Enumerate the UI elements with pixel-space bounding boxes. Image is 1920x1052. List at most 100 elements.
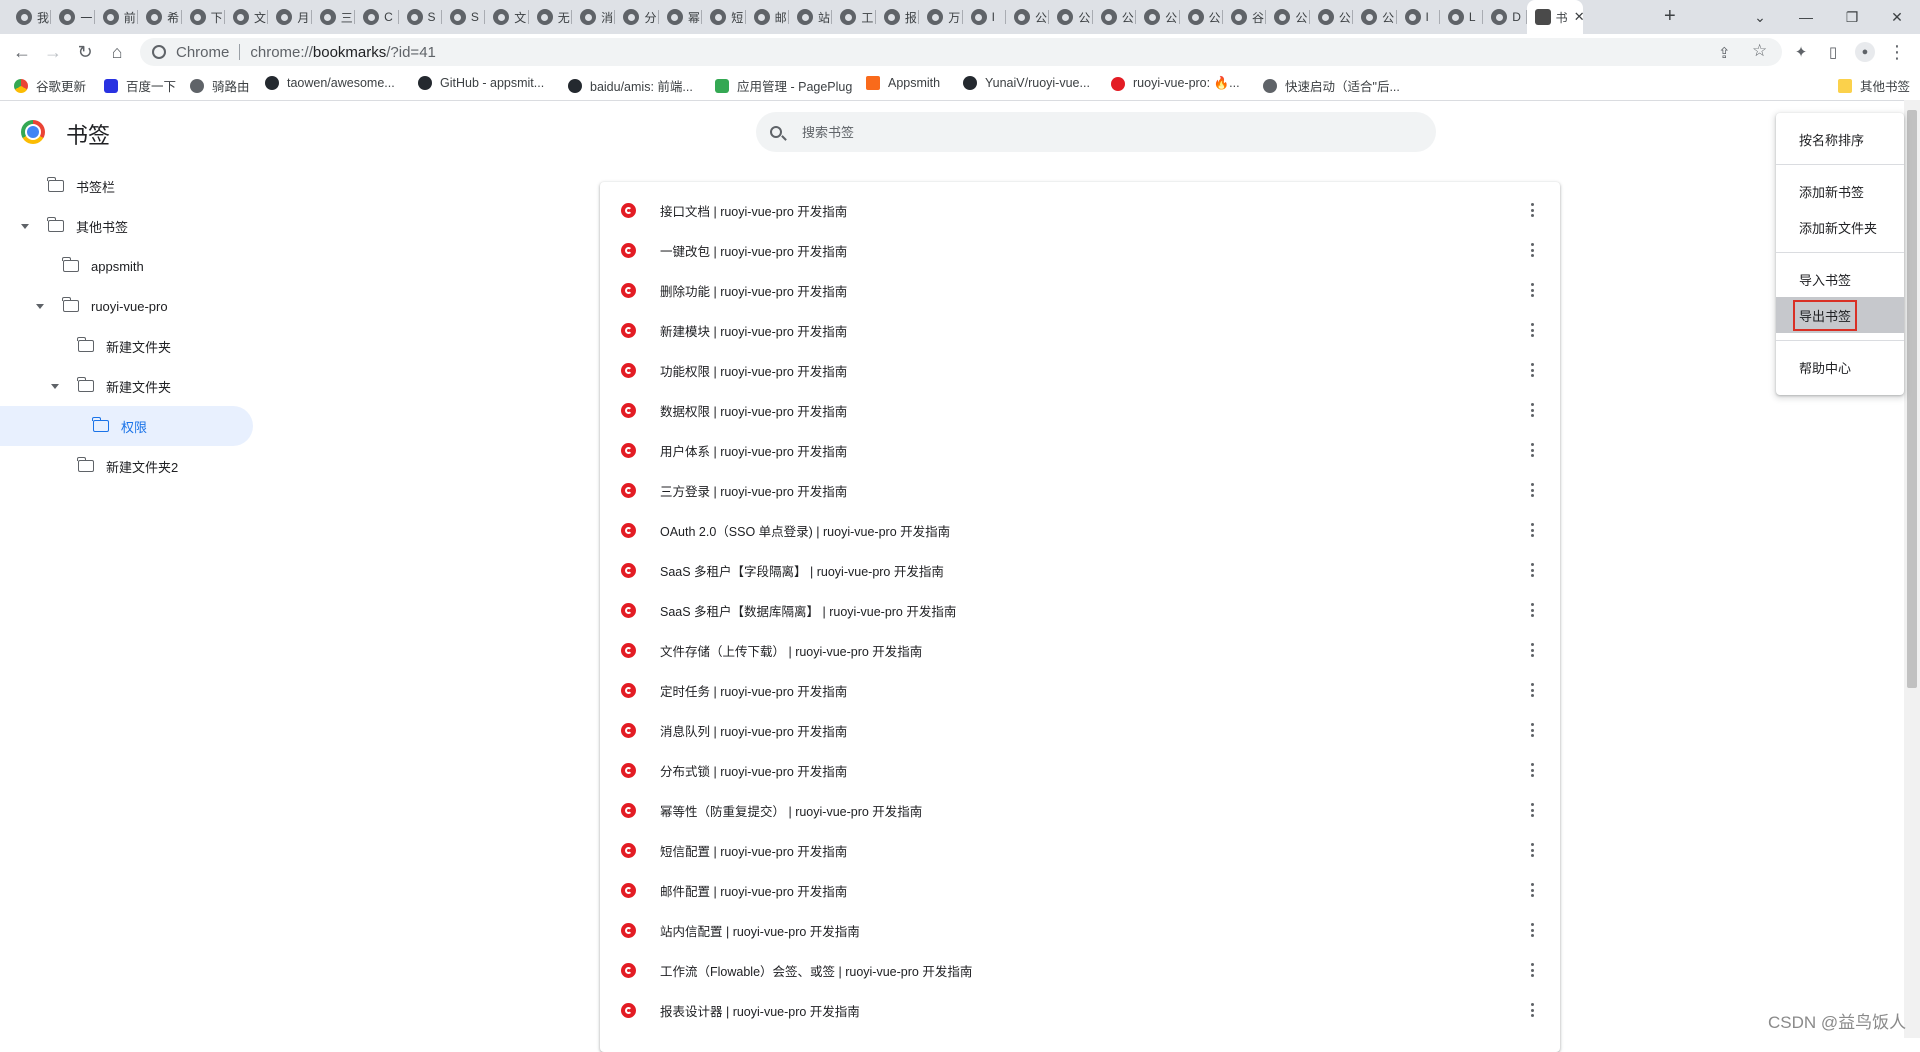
- tab[interactable]: 一: [51, 0, 95, 34]
- more-actions-icon[interactable]: [1522, 480, 1542, 500]
- bookmark-title[interactable]: 幂等性（防重复提交） | ruoyi-vue-pro 开发指南: [660, 801, 922, 820]
- more-actions-icon[interactable]: [1522, 560, 1542, 580]
- bookmark-bar-item[interactable]: ruoyi-vue-pro: 🔥...: [1111, 76, 1240, 91]
- bookmark-row[interactable]: 分布式锁 | ruoyi-vue-pro 开发指南: [600, 750, 1560, 790]
- tree-node[interactable]: 权限: [0, 406, 253, 446]
- tab-active[interactable]: 书 ✕: [1526, 0, 1583, 34]
- bookmark-bar-item[interactable]: YunaiV/ruoyi-vue...: [963, 76, 1090, 90]
- tab[interactable]: 前: [95, 0, 139, 34]
- menu-export-bookmarks[interactable]: 导出书签: [1776, 297, 1904, 333]
- tree-node[interactable]: ruoyi-vue-pro: [0, 286, 256, 326]
- tab[interactable]: 公: [1006, 0, 1050, 34]
- bookmark-row[interactable]: 报表设计器 | ruoyi-vue-pro 开发指南: [600, 990, 1560, 1030]
- tab[interactable]: 文: [225, 0, 269, 34]
- search-box[interactable]: [756, 112, 1436, 152]
- bookmark-bar-item[interactable]: GitHub - appsmit...: [418, 76, 544, 90]
- menu-import-bookmarks[interactable]: 导入书签: [1776, 261, 1904, 297]
- tab[interactable]: 公: [1093, 0, 1137, 34]
- tab[interactable]: D: [1483, 0, 1527, 34]
- tab[interactable]: 分: [615, 0, 659, 34]
- tree-node[interactable]: 新建文件夹2: [0, 446, 256, 486]
- bookmark-title[interactable]: OAuth 2.0（SSO 单点登录) | ruoyi-vue-pro 开发指南: [660, 521, 950, 540]
- more-actions-icon[interactable]: [1522, 280, 1542, 300]
- bookmark-title[interactable]: 新建模块 | ruoyi-vue-pro 开发指南: [660, 321, 847, 340]
- tab[interactable]: 下: [182, 0, 225, 34]
- tab[interactable]: S: [399, 0, 442, 34]
- reload-button[interactable]: ↻: [73, 40, 97, 64]
- bookmark-row[interactable]: 三方登录 | ruoyi-vue-pro 开发指南: [600, 470, 1560, 510]
- more-actions-icon[interactable]: [1522, 440, 1542, 460]
- bookmark-row[interactable]: 删除功能 | ruoyi-vue-pro 开发指南: [600, 270, 1560, 310]
- tree-node[interactable]: 新建文件夹: [0, 366, 256, 406]
- bookmark-row[interactable]: OAuth 2.0（SSO 单点登录) | ruoyi-vue-pro 开发指南: [600, 510, 1560, 550]
- tab[interactable]: 我: [8, 0, 52, 34]
- tab[interactable]: 公: [1180, 0, 1223, 34]
- bookmark-row[interactable]: 邮件配置 | ruoyi-vue-pro 开发指南: [600, 870, 1560, 910]
- more-actions-icon[interactable]: [1522, 520, 1542, 540]
- bookmark-title[interactable]: 文件存储（上传下载） | ruoyi-vue-pro 开发指南: [660, 641, 922, 660]
- menu-add-bookmark[interactable]: 添加新书签: [1776, 173, 1904, 209]
- tab-search-button[interactable]: ⌄: [1737, 0, 1783, 34]
- scrollbar-thumb[interactable]: [1907, 110, 1917, 688]
- other-bookmarks-button[interactable]: 其他书签: [1838, 76, 1910, 95]
- address-bar[interactable]: Chrome chrome://bookmarks/?id=41 ⇪ ☆: [140, 38, 1782, 66]
- bookmark-title[interactable]: 三方登录 | ruoyi-vue-pro 开发指南: [660, 481, 847, 500]
- tab[interactable]: S: [442, 0, 486, 34]
- tab[interactable]: 报: [876, 0, 920, 34]
- tab[interactable]: 公: [1136, 0, 1180, 34]
- back-button[interactable]: ←: [10, 40, 34, 64]
- more-actions-icon[interactable]: [1522, 800, 1542, 820]
- more-actions-icon[interactable]: [1522, 600, 1542, 620]
- tab[interactable]: 站: [789, 0, 833, 34]
- more-actions-icon[interactable]: [1522, 720, 1542, 740]
- tab[interactable]: 文: [485, 0, 529, 34]
- bookmark-row[interactable]: 接口文档 | ruoyi-vue-pro 开发指南: [600, 190, 1560, 230]
- bookmark-title[interactable]: SaaS 多租户【数据库隔离】 | ruoyi-vue-pro 开发指南: [660, 601, 956, 620]
- bookmark-title[interactable]: 删除功能 | ruoyi-vue-pro 开发指南: [660, 281, 847, 300]
- more-actions-icon[interactable]: [1522, 240, 1542, 260]
- more-actions-icon[interactable]: [1522, 200, 1542, 220]
- tree-node[interactable]: 其他书签: [0, 206, 256, 246]
- more-actions-icon[interactable]: [1522, 880, 1542, 900]
- more-actions-icon[interactable]: [1522, 680, 1542, 700]
- bookmark-bar-item[interactable]: 快速启动（适合"后...: [1263, 76, 1400, 95]
- tab[interactable]: 月: [268, 0, 312, 34]
- tab[interactable]: 公: [1049, 0, 1093, 34]
- bookmark-title[interactable]: 工作流（Flowable）会签、或签 | ruoyi-vue-pro 开发指南: [660, 961, 972, 980]
- url-text[interactable]: chrome://bookmarks/?id=41: [250, 44, 436, 61]
- tab[interactable]: C: [355, 0, 399, 34]
- profile-button[interactable]: ●: [1853, 40, 1877, 64]
- more-actions-icon[interactable]: [1522, 400, 1542, 420]
- more-actions-icon[interactable]: [1522, 1000, 1542, 1020]
- bookmark-title[interactable]: 接口文档 | ruoyi-vue-pro 开发指南: [660, 201, 847, 220]
- tab[interactable]: 短: [702, 0, 746, 34]
- expand-arrow-icon[interactable]: [36, 304, 44, 309]
- more-actions-icon[interactable]: [1522, 360, 1542, 380]
- bookmark-title[interactable]: 定时任务 | ruoyi-vue-pro 开发指南: [660, 681, 847, 700]
- star-icon[interactable]: ☆: [1752, 41, 1767, 61]
- bookmark-title[interactable]: 短信配置 | ruoyi-vue-pro 开发指南: [660, 841, 847, 860]
- bookmark-row[interactable]: 站内信配置 | ruoyi-vue-pro 开发指南: [600, 910, 1560, 950]
- bookmark-row[interactable]: 消息队列 | ruoyi-vue-pro 开发指南: [600, 710, 1560, 750]
- tab[interactable]: 消: [572, 0, 616, 34]
- tab[interactable]: L: [1440, 0, 1484, 34]
- bookmark-bar-item[interactable]: 骑路由: [190, 76, 250, 95]
- tab[interactable]: 谷: [1223, 0, 1267, 34]
- tree-node[interactable]: 书签栏: [0, 166, 256, 206]
- tab[interactable]: 万: [919, 0, 963, 34]
- bookmark-title[interactable]: 数据权限 | ruoyi-vue-pro 开发指南: [660, 401, 847, 420]
- more-actions-icon[interactable]: [1522, 320, 1542, 340]
- bookmark-row[interactable]: 一键改包 | ruoyi-vue-pro 开发指南: [600, 230, 1560, 270]
- bookmark-row[interactable]: SaaS 多租户【数据库隔离】 | ruoyi-vue-pro 开发指南: [600, 590, 1560, 630]
- bookmark-row[interactable]: 功能权限 | ruoyi-vue-pro 开发指南: [600, 350, 1560, 390]
- tab[interactable]: I: [963, 0, 1006, 34]
- tab[interactable]: 公: [1353, 0, 1397, 34]
- bookmark-row[interactable]: 工作流（Flowable）会签、或签 | ruoyi-vue-pro 开发指南: [600, 950, 1560, 990]
- tab[interactable]: 公: [1266, 0, 1310, 34]
- more-actions-icon[interactable]: [1522, 760, 1542, 780]
- close-window-button[interactable]: ✕: [1874, 0, 1920, 34]
- menu-help-center[interactable]: 帮助中心: [1776, 349, 1904, 385]
- tree-node[interactable]: 新建文件夹: [0, 326, 256, 366]
- tree-node[interactable]: appsmith: [0, 246, 256, 286]
- bookmark-title[interactable]: 邮件配置 | ruoyi-vue-pro 开发指南: [660, 881, 847, 900]
